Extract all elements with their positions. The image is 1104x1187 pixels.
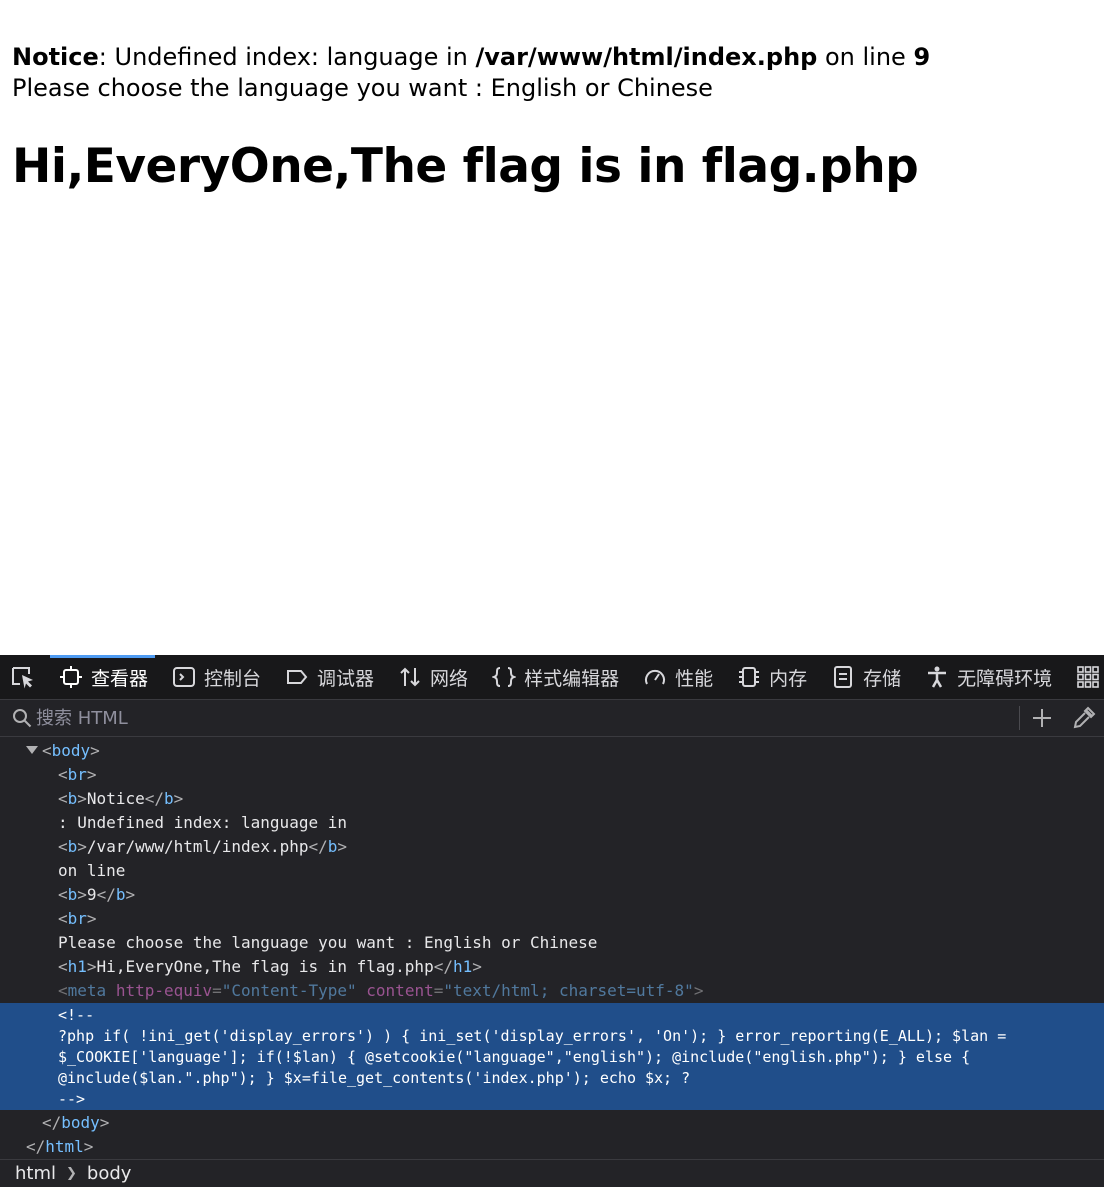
element-picker-icon[interactable]	[0, 655, 46, 699]
tree-node-b-notice[interactable]: <b>Notice</b>	[58, 787, 183, 811]
console-icon	[172, 665, 196, 689]
html-search-bar	[0, 700, 1104, 737]
tab-label: 样式编辑器	[524, 667, 620, 690]
notice-line-number: 9	[913, 43, 931, 71]
tree-node-body-close[interactable]: </body>	[42, 1111, 109, 1135]
performance-icon	[643, 665, 667, 689]
comment-close: -->	[58, 1090, 86, 1108]
notice-text: : Undefined index: language in	[98, 43, 476, 71]
php-notice: Notice: Undefined index: language in /va…	[12, 42, 930, 73]
accessibility-icon	[925, 665, 949, 689]
eyedropper-icon[interactable]	[1072, 706, 1096, 730]
tab-network[interactable]: 网络	[385, 655, 479, 699]
tab-label: 网络	[430, 667, 469, 690]
style-editor-icon	[492, 665, 517, 689]
inspector-icon	[59, 665, 83, 689]
add-node-icon[interactable]	[1030, 706, 1054, 730]
breadcrumb-item-body[interactable]: body	[83, 1163, 136, 1184]
tab-label: 控制台	[204, 667, 262, 690]
tree-text-node[interactable]: : Undefined index: language in	[58, 811, 347, 835]
tab-style-editor[interactable]: 样式编辑器	[479, 655, 630, 699]
tree-text-node[interactable]: Please choose the language you want : En…	[58, 931, 597, 955]
application-icon	[1076, 665, 1100, 689]
tab-debugger[interactable]: 调试器	[272, 655, 385, 699]
tab-memory[interactable]: 内存	[724, 655, 818, 699]
devtools-panel: 查看器 控制台 调试器 网络 样式编辑器 性能 内存 存储 无障碍环境 搜索 H…	[0, 655, 1104, 1187]
tab-inspector[interactable]: 查看器	[46, 655, 159, 699]
comment-line: @include($lan.".php"); } $x=file_get_con…	[58, 1069, 691, 1087]
tree-node-br[interactable]: <br>	[58, 907, 97, 931]
tab-label: 内存	[769, 667, 808, 690]
tree-node-body[interactable]: <body>	[42, 739, 100, 763]
markup-tree: <body> <br> <b>Notice</b> : Undefined in…	[0, 737, 1104, 1159]
chevron-right-icon: ❯	[66, 1166, 77, 1181]
tree-node-b-path[interactable]: <b>/var/www/html/index.php</b>	[58, 835, 347, 859]
collapse-arrow-icon[interactable]	[26, 746, 38, 754]
comment-open: <!--	[58, 1006, 95, 1024]
notice-on-line: on line	[817, 43, 914, 71]
tab-storage[interactable]: 存储	[818, 655, 912, 699]
search-icon	[13, 709, 32, 728]
toolbar-divider	[1019, 706, 1020, 730]
tab-console[interactable]: 控制台	[159, 655, 272, 699]
debugger-icon	[285, 665, 309, 689]
breadcrumb: html ❯ body	[0, 1159, 1104, 1187]
tab-label: 性能	[675, 667, 714, 690]
choose-language-text: Please choose the language you want : En…	[12, 74, 713, 102]
tree-text-node[interactable]: on line	[58, 859, 125, 883]
comment-line: $_COOKIE['language']; if(!$lan) { @setco…	[58, 1048, 971, 1066]
tree-node-br[interactable]: <br>	[58, 763, 97, 787]
tree-node-meta[interactable]: <meta http-equiv="Content-Type" content=…	[58, 979, 703, 1003]
tab-label: 无障碍环境	[957, 667, 1053, 690]
tree-node-comment-selected[interactable]: <!-- ?php if( !ini_get('display_errors')…	[0, 1003, 1104, 1110]
comment-line: ?php if( !ini_get('display_errors') ) { …	[58, 1027, 1007, 1045]
tab-accessibility[interactable]: 无障碍环境	[912, 655, 1063, 699]
tab-label: 存储	[863, 667, 902, 690]
storage-icon	[831, 665, 855, 689]
notice-path: /var/www/html/index.php	[475, 43, 818, 71]
tab-performance[interactable]: 性能	[630, 655, 724, 699]
tab-application[interactable]: 应	[1063, 655, 1104, 699]
tab-label: 查看器	[91, 667, 149, 690]
tab-label: 调试器	[317, 667, 375, 690]
tree-node-html-close[interactable]: </html>	[26, 1135, 93, 1159]
network-icon	[398, 665, 422, 689]
page-viewport: Notice: Undefined index: language in /va…	[0, 0, 1104, 655]
search-html-input[interactable]	[34, 704, 938, 732]
memory-icon	[737, 665, 761, 689]
notice-label: Notice	[12, 43, 99, 71]
tree-node-h1[interactable]: <h1>Hi,EveryOne,The flag is in flag.php<…	[58, 955, 482, 979]
page-heading: Hi,EveryOne,The flag is in flag.php	[12, 139, 919, 194]
tree-node-b-line[interactable]: <b>9</b>	[58, 883, 135, 907]
devtools-toolbar: 查看器 控制台 调试器 网络 样式编辑器 性能 内存 存储 无障碍环境	[0, 655, 1104, 700]
breadcrumb-item-html[interactable]: html	[11, 1163, 60, 1184]
